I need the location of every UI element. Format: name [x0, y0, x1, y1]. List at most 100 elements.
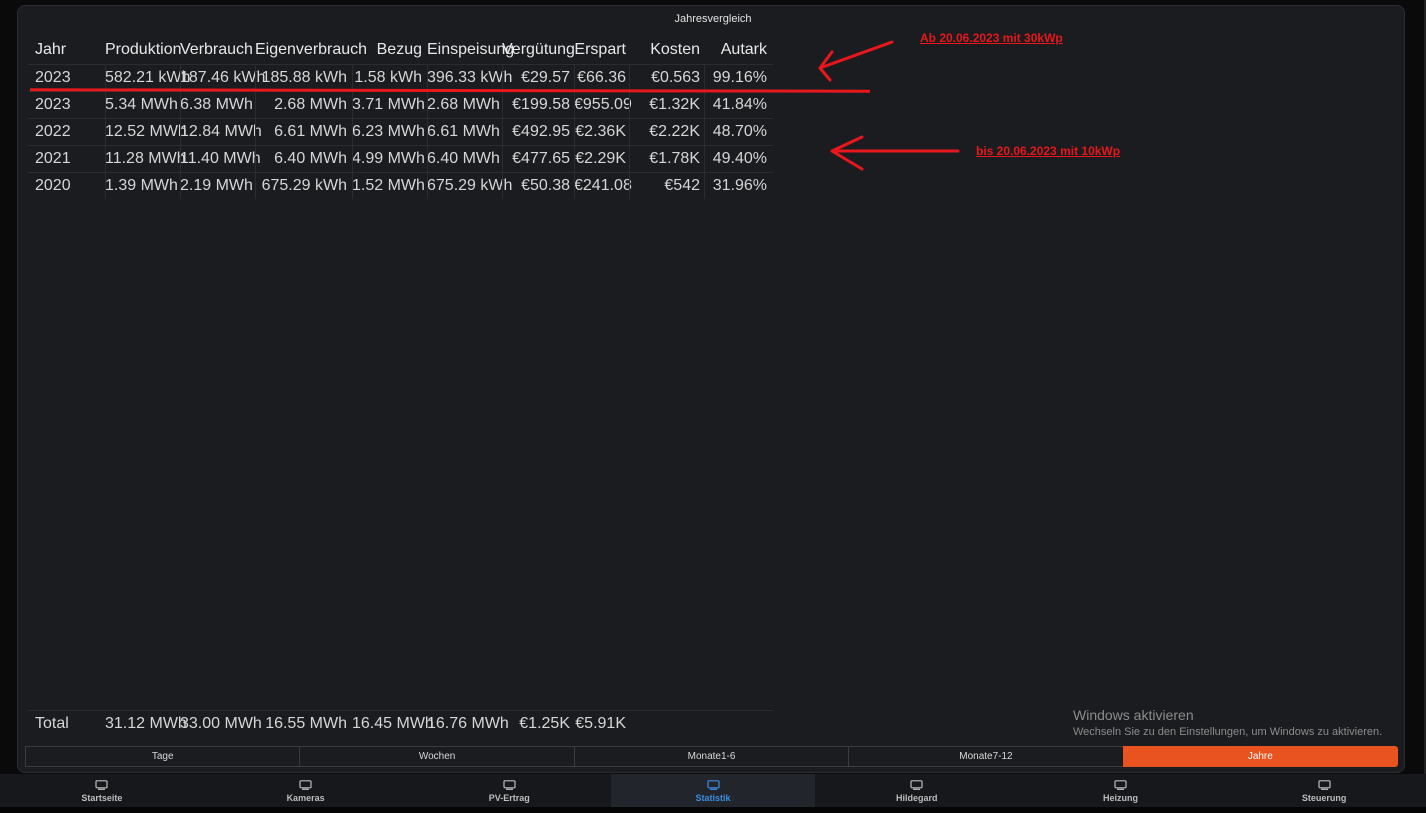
monitor-icon — [1318, 780, 1331, 790]
column-header-vergütung: Vergütung — [502, 41, 575, 58]
bottom-strip — [0, 807, 1426, 813]
table-cell: 11.40 MWh — [180, 150, 261, 167]
tab-wochen[interactable]: Wochen — [299, 746, 574, 767]
row-divider — [28, 199, 773, 200]
nav-item-label: Hildegard — [895, 793, 938, 803]
column-header-eigenverbrauch: Eigenverbrauch — [255, 41, 368, 58]
column-divider — [255, 64, 256, 199]
column-header-verbrauch: Verbrauch — [180, 41, 253, 58]
table-cell: €1.32K — [649, 96, 700, 113]
monitor-icon — [95, 780, 108, 790]
annotation-arrow-bottom-icon — [830, 135, 960, 171]
table-cell: 1.52 MWh — [352, 177, 425, 194]
column-divider — [704, 64, 705, 199]
table-cell: 6.23 MWh — [352, 123, 425, 140]
table-cell: 12.84 MWh — [180, 123, 262, 140]
monitor-icon — [706, 780, 720, 790]
row-divider — [28, 172, 773, 173]
column-header-jahr: Jahr — [35, 41, 67, 58]
table-cell: 675.29 kWh — [261, 177, 347, 194]
column-divider — [352, 64, 353, 199]
table-cell: €50.38 — [521, 177, 570, 194]
table-cell: 2021 — [35, 150, 71, 167]
table-cell: €2.29K — [575, 150, 626, 167]
total-cell — [629, 710, 700, 737]
monitor-icon — [503, 780, 516, 790]
nav-item-label: Startseite — [81, 793, 123, 803]
table-cell: €29.57 — [521, 69, 570, 86]
nav-item-label: Steuerung — [1301, 793, 1347, 803]
annotation-bottom-text: bis 20.06.2023 mit 10kWp — [976, 144, 1121, 158]
total-cell: 16.76 MWh — [427, 715, 509, 732]
column-divider — [180, 64, 181, 199]
table-cell: 6.40 MWh — [427, 150, 500, 167]
column-divider — [629, 64, 630, 199]
table-cell: €66.36 — [577, 69, 626, 86]
period-tabs: Tage Wochen Monate1-6 Monate7-12 Jahre — [25, 746, 1399, 767]
tab-monate1-6[interactable]: Monate1-6 — [573, 746, 849, 767]
table-cell: 12.52 MWh — [105, 123, 187, 140]
nav-item-label: PV-Ertrag — [488, 793, 530, 803]
nav-item-heizung[interactable]: Heizung — [1019, 774, 1223, 807]
table-cell: 2.68 MWh — [274, 96, 347, 113]
total-cell: €1.25K — [519, 715, 570, 732]
nav-item-pv-ertrag[interactable]: PV-Ertrag — [407, 774, 611, 807]
table-cell: €0.563 — [651, 69, 700, 86]
bottom-navigation: Startseite Kameras PV-Ertrag Statistik Hilde… — [0, 774, 1426, 807]
nav-item-startseite[interactable]: Startseite — [0, 774, 204, 807]
nav-item-hildegard[interactable]: Hildegard — [815, 774, 1019, 807]
nav-item-steuerung[interactable]: Steuerung — [1222, 774, 1426, 807]
nav-item-label: Statistik — [695, 793, 731, 803]
table-cell: 187.46 kWh — [180, 69, 266, 86]
table-cell: 675.29 kWh — [427, 177, 513, 194]
table-cell: €199.58 — [512, 96, 570, 113]
column-divider — [574, 64, 575, 199]
column-header-produktion: Produktion — [105, 41, 182, 58]
table-cell: 2023 — [35, 69, 71, 86]
nav-item-label: Kameras — [286, 793, 325, 803]
table-cell: €2.22K — [649, 123, 700, 140]
annotation-top-text: Ab 20.06.2023 mit 30kWp — [920, 31, 1063, 45]
table-cell: 6.61 MWh — [427, 123, 500, 140]
table-cell: €542 — [664, 177, 700, 194]
column-header-kosten: Kosten — [650, 41, 700, 58]
nav-item-label: Heizung — [1102, 793, 1138, 803]
table-cell: 582.21 kWh — [105, 69, 191, 86]
table-cell: €492.95 — [512, 123, 570, 140]
column-divider — [105, 64, 106, 199]
table-cell: 2.68 MWh — [427, 96, 500, 113]
table-cell: €477.65 — [512, 150, 570, 167]
total-cell: €5.91K — [575, 715, 626, 732]
table-cell: 99.16% — [712, 69, 767, 86]
table-cell: 49.40% — [712, 150, 767, 167]
table-cell: 396.33 kWh — [427, 69, 513, 86]
total-cell: 33.00 MWh — [180, 715, 262, 732]
table-cell: €1.78K — [649, 150, 700, 167]
nav-item-kameras[interactable]: Kameras — [204, 774, 408, 807]
table-cell: 6.40 MWh — [274, 150, 347, 167]
column-header-erspart: Erspart — [574, 41, 626, 58]
table-cell: 2.19 MWh — [180, 177, 253, 194]
row-divider — [28, 145, 773, 146]
table-cell: 1.58 kWh — [354, 69, 422, 86]
monitor-icon — [910, 780, 923, 790]
table-cell: 4.99 MWh — [352, 150, 425, 167]
card-title: Jahresvergleich — [674, 13, 752, 25]
tab-tage[interactable]: Tage — [25, 746, 300, 767]
column-divider — [502, 64, 503, 199]
table-cell: 11.28 MWh — [105, 150, 186, 167]
column-header-bezug: Bezug — [376, 41, 422, 58]
tab-jahre[interactable]: Jahre — [1122, 746, 1399, 767]
table-cell: 6.38 MWh — [180, 96, 253, 113]
nav-item-statistik[interactable]: Statistik — [611, 774, 815, 807]
table-cell: 41.84% — [712, 96, 767, 113]
table-cell: 2020 — [35, 177, 71, 194]
table-cell: €2.36K — [575, 123, 626, 140]
table-cell: 3.71 MWh — [352, 96, 425, 113]
table-cell: 185.88 kWh — [261, 69, 347, 86]
tab-monate7-12[interactable]: Monate7-12 — [848, 746, 1123, 767]
table-cell: 31.96% — [712, 177, 767, 194]
table-cell: €955.09 — [574, 96, 632, 113]
table-cell: 2023 — [35, 96, 71, 113]
table-cell: 6.61 MWh — [274, 123, 347, 140]
